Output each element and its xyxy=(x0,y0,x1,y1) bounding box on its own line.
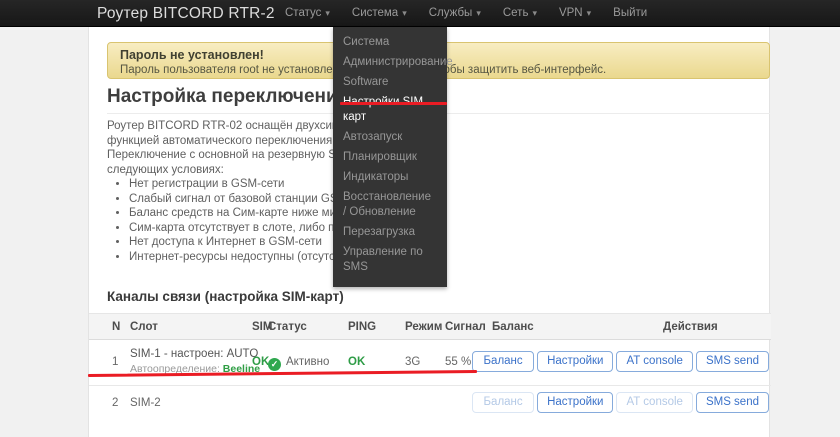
status-label: Активно xyxy=(286,356,330,368)
col-header-balance: Баланс xyxy=(492,321,534,333)
table-section-title: Каналы связи (настройка SIM-карт) xyxy=(107,289,344,304)
table-row-sim2: 2 SIM-2 Баланс Настройки AT console SMS … xyxy=(89,385,771,425)
sim-status: OK xyxy=(252,356,270,368)
list-item: Нет доступа к Интернет в GSM-сети xyxy=(129,235,527,250)
menu-item-restore-update[interactable]: Восстановление / Обновление xyxy=(333,188,447,222)
menu-item-sms-control[interactable]: Управление по SMS xyxy=(333,243,447,277)
menu-item-system[interactable]: Система xyxy=(333,33,447,52)
slot-name: SIM-1 - настроен: AUTO xyxy=(130,348,259,360)
menu-item-sim-settings[interactable]: Настройки SIM карт xyxy=(333,93,447,127)
list-item: Сим-карта отсутствует в слоте, либо повр… xyxy=(129,221,527,236)
app-title: Роутер BITCORD RTR-2 xyxy=(97,5,275,22)
list-item: Слабый сигнал от базовой станции GSM-сет… xyxy=(129,192,527,207)
caret-down-icon: ▾ xyxy=(586,8,592,18)
slot-name: SIM-2 xyxy=(130,397,161,409)
list-item: Нет регистрации в GSM-сети xyxy=(129,177,527,192)
caret-down-icon: ▾ xyxy=(325,8,330,18)
nav-item-logout[interactable]: Выйти xyxy=(602,0,658,27)
list-item: Интернет-ресурсы недоступны (отсутствует… xyxy=(129,250,527,265)
system-dropdown-menu: Система Администрирование Software Настр… xyxy=(333,27,453,287)
table-row-sim1: 1 SIM-1 - настроен: AUTO Автоопределение… xyxy=(89,341,771,385)
nav-item-label: Статус xyxy=(285,7,322,19)
menu-item-reboot[interactable]: Перезагрузка xyxy=(333,223,447,242)
nav-item-system[interactable]: Система ▾ xyxy=(341,0,418,27)
annotation-underline-menu xyxy=(340,102,447,105)
nav-item-label: VPN xyxy=(558,7,583,19)
nav-item-status[interactable]: Статус ▾ xyxy=(274,0,341,27)
menu-item-administration[interactable]: Администрирование xyxy=(333,53,453,72)
nav-item-services[interactable]: Службы ▾ xyxy=(418,0,492,27)
nav-item-network[interactable]: Сеть ▾ xyxy=(492,0,548,27)
col-header-ping: PING xyxy=(348,321,377,333)
switch-conditions-list: Нет регистрации в GSM-сети Слабый сигнал… xyxy=(107,177,527,265)
sms-send-button[interactable]: SMS send xyxy=(695,351,769,372)
nav-item-label: Сеть xyxy=(502,7,529,19)
network-mode: 3G xyxy=(405,356,421,368)
nav-menu: Статус ▾ Система ▾ Службы ▾ Сеть ▾ VPN ▾ Выйт… xyxy=(274,0,658,27)
menu-item-indicators[interactable]: Индикаторы xyxy=(333,168,447,187)
nav-item-label: Службы xyxy=(428,7,473,19)
col-header-actions: Действия xyxy=(663,321,718,333)
settings-button[interactable]: Настройки xyxy=(537,351,614,372)
caret-down-icon: ▾ xyxy=(476,8,481,18)
status-cell: ✓ Активно xyxy=(268,356,329,371)
balance-button[interactable]: Баланс xyxy=(472,351,535,372)
caret-down-icon: ▾ xyxy=(402,8,407,18)
col-header-slot: Слот xyxy=(130,321,158,333)
nav-item-label: Выйти xyxy=(613,7,648,19)
menu-item-autorun[interactable]: Автозапуск xyxy=(333,128,447,147)
menu-item-scheduler[interactable]: Планировщик xyxy=(333,148,447,167)
balance-button: Баланс xyxy=(472,392,535,413)
nav-item-label: Система xyxy=(351,7,399,19)
col-header-signal: Сигнал xyxy=(445,321,486,333)
col-header-status: Статус xyxy=(268,321,307,333)
navbar: Роутер BITCORD RTR-2 Статус ▾ Система ▾ Сл… xyxy=(0,0,840,27)
settings-button[interactable]: Настройки xyxy=(537,392,614,413)
table-header-row: N Слот SIM Статус PING Режим Сигнал Бала… xyxy=(89,313,771,340)
signal-level: 55 % xyxy=(445,356,472,368)
menu-item-software[interactable]: Software xyxy=(333,73,447,92)
row-number: 2 xyxy=(112,397,119,409)
row-actions: Баланс Настройки AT console SMS send xyxy=(472,392,769,413)
check-circle-icon: ✓ xyxy=(268,358,281,371)
at-console-button: AT console xyxy=(616,392,693,413)
sms-send-button[interactable]: SMS send xyxy=(695,392,769,413)
at-console-button[interactable]: AT console xyxy=(616,351,693,372)
row-actions: Баланс Настройки AT console SMS send xyxy=(472,351,769,372)
ping-status: OK xyxy=(348,356,366,368)
list-item: Баланс средств на Сим-карте ниже минимум… xyxy=(129,206,527,221)
col-header-mode: Режим xyxy=(405,321,443,333)
nav-item-vpn[interactable]: VPN ▾ xyxy=(548,0,602,27)
col-header-n: N xyxy=(112,321,121,333)
caret-down-icon: ▾ xyxy=(532,8,537,18)
row-number: 1 xyxy=(112,356,119,368)
